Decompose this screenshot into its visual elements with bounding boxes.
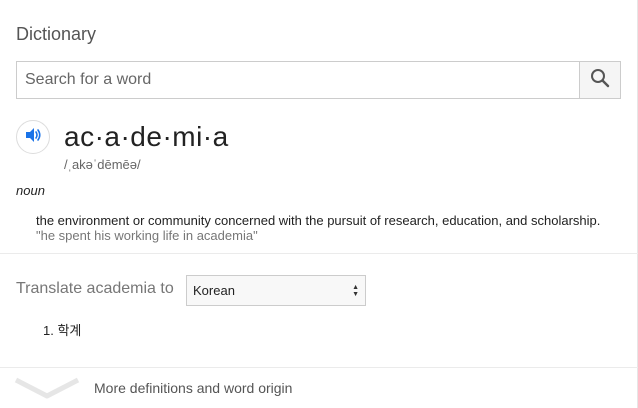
- language-select[interactable]: Korean ▲ ▼: [186, 275, 366, 306]
- divider: [0, 253, 638, 254]
- search-input[interactable]: [17, 62, 579, 98]
- translate-label: Translate academia to: [16, 280, 174, 297]
- more-definitions-label: More definitions and word origin: [94, 380, 293, 396]
- search-icon: [590, 68, 610, 93]
- pronunciation-button[interactable]: [16, 120, 50, 154]
- chevron-down-icon: [14, 376, 80, 405]
- more-definitions-link[interactable]: More definitions and word origin: [0, 368, 638, 408]
- dictionary-card: Dictionary ac·a·de·mi·a /ˌakəˈdēmēə/ nou…: [0, 0, 638, 408]
- card-title: Dictionary: [16, 24, 97, 44]
- phonetic-spelling: /ˌakəˈdēmēə/: [64, 157, 141, 172]
- updown-arrows-icon: ▲ ▼: [352, 283, 359, 298]
- definition-text: the environment or community concerned w…: [36, 213, 601, 228]
- translation-result: 1. 학계: [43, 323, 82, 338]
- language-select-value: Korean: [193, 283, 235, 298]
- headword: ac·a·de·mi·a: [64, 121, 229, 152]
- search-button[interactable]: [579, 62, 620, 98]
- example-sentence: "he spent his working life in academia": [36, 228, 258, 243]
- part-of-speech: noun: [16, 183, 45, 198]
- search-bar: [16, 61, 621, 99]
- speaker-icon: [24, 126, 42, 149]
